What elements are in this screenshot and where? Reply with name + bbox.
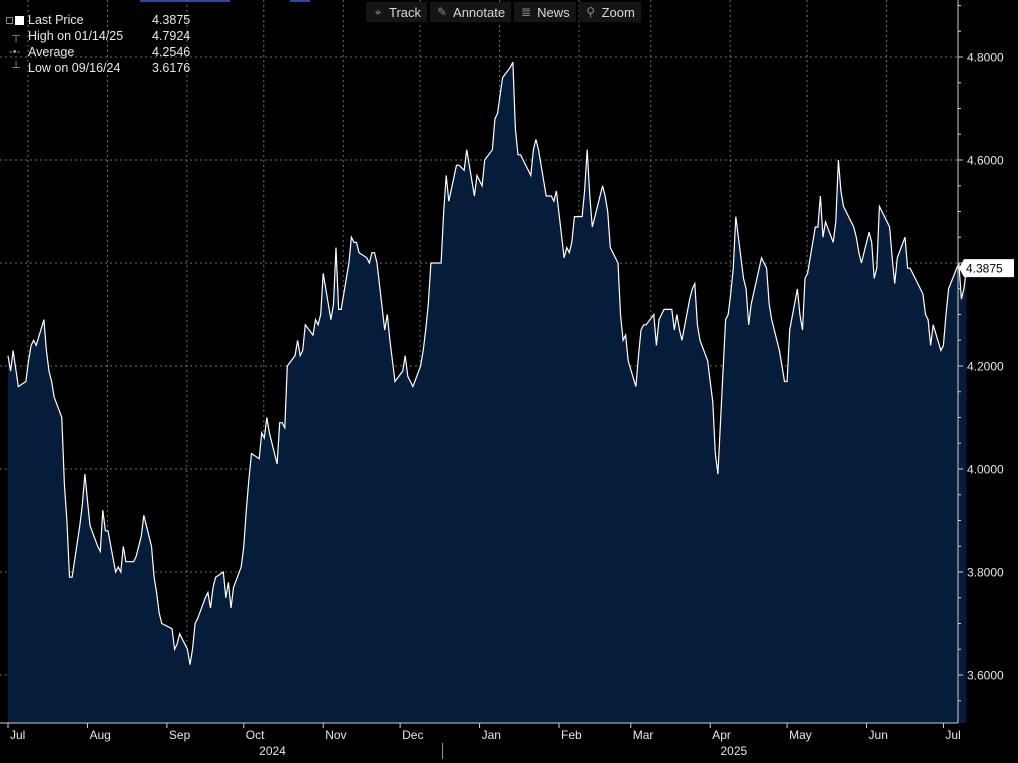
x-tick-label: Nov — [325, 728, 346, 742]
price-chart[interactable]: 3.6000 3.8000 4.0000 4.2000 4.6000 4.8000 Jul… — [0, 0, 1018, 763]
y-tick-label: 3.6000 — [967, 669, 1004, 683]
high-marker-icon: ┬ — [6, 30, 20, 42]
x-tick-label: Mar — [633, 728, 654, 742]
pencil-icon: ✎ — [437, 5, 448, 19]
x-tick-label: Sep — [169, 728, 191, 742]
legend-last-price[interactable]: Last Price 4.3875 — [6, 12, 192, 28]
zoom-button[interactable]: ⚲ Zoom — [578, 2, 641, 22]
low-marker-icon: ┴ — [6, 62, 20, 74]
x-tick-label: Aug — [89, 728, 110, 742]
legend-last-price-label: Last Price — [28, 13, 84, 27]
legend-average-value: 4.2546 — [152, 45, 191, 59]
y-tick-label: 4.6000 — [967, 154, 1004, 168]
zoom-label: Zoom — [601, 4, 635, 20]
last-price-swatch-icon — [15, 15, 24, 25]
legend-high[interactable]: ┬ High on 01/14/25 4.7924 — [6, 28, 192, 44]
year-label: 2025 — [720, 744, 747, 758]
x-tick-label: Jan — [482, 728, 501, 742]
last-price-tag-label: 4.3875 — [966, 262, 1003, 276]
y-tick-label: 4.8000 — [967, 51, 1004, 65]
collapse-box-icon[interactable] — [6, 16, 13, 24]
x-tick-label: Jun — [869, 728, 888, 742]
x-tick-label: Feb — [561, 728, 582, 742]
x-tick-label: Oct — [246, 728, 265, 742]
track-label: Track — [389, 4, 422, 20]
news-icon: ≣ — [521, 5, 532, 19]
news-button[interactable]: ≣ News — [514, 2, 576, 22]
x-tick-label: Jul — [945, 728, 960, 742]
x-tick-label: Dec — [402, 728, 423, 742]
track-button[interactable]: ⌖ Track — [366, 2, 428, 22]
price-area — [8, 62, 967, 724]
zoom-icon: ⚲ — [586, 5, 595, 19]
y-tick-label: 4.0000 — [967, 463, 1004, 477]
x-tick-label: Jul — [10, 728, 25, 742]
legend-last-price-value: 4.3875 — [152, 13, 191, 27]
legend-average[interactable]: -•- Average 4.2546 — [6, 44, 192, 60]
x-tick-label: May — [789, 728, 812, 742]
annotate-button[interactable]: ✎ Annotate — [430, 2, 512, 22]
legend-low-label: Low on 09/16/24 — [28, 61, 121, 75]
chart-toolbar: ⌖ Track ✎ Annotate ≣ News ⚲ Zoom — [366, 2, 641, 22]
last-price-tag: 4.3875 — [959, 259, 1014, 278]
news-label: News — [537, 4, 570, 20]
x-axis: Jul Aug Sep Oct Nov Dec Jan Feb Mar Apr May Jun Jul 2… — [0, 722, 961, 759]
legend-average-label: Average — [28, 45, 75, 59]
chart-legend: Last Price 4.3875 ┬ High on 01/14/25 4.7… — [6, 12, 192, 76]
y-tick-label: 3.8000 — [967, 566, 1004, 580]
annotate-label: Annotate — [453, 4, 506, 20]
legend-high-value: 4.7924 — [152, 29, 191, 43]
y-tick-label: 4.2000 — [967, 360, 1004, 374]
legend-high-label: High on 01/14/25 — [28, 29, 124, 43]
crosshair-icon: ⌖ — [374, 4, 382, 19]
legend-low-value: 3.6176 — [152, 61, 191, 75]
legend-low[interactable]: ┴ Low on 09/16/24 3.6176 — [6, 60, 192, 76]
year-label: 2024 — [259, 744, 286, 758]
x-tick-label: Apr — [712, 728, 731, 742]
average-marker-icon: -•- — [6, 46, 21, 58]
